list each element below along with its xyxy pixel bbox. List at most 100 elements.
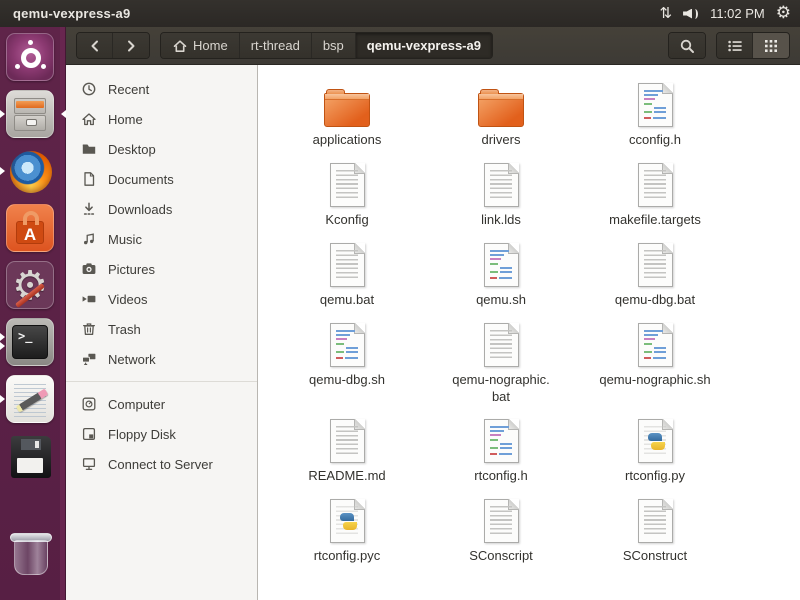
sidebar-item-music[interactable]: Music	[66, 224, 257, 254]
sidebar-item-label: Desktop	[108, 142, 156, 157]
file-drivers[interactable]: drivers	[424, 69, 578, 149]
focused-indicator	[57, 110, 66, 118]
text-file-icon	[638, 243, 673, 287]
file-label: qemu.​bat	[320, 292, 374, 309]
python-file-icon	[330, 499, 365, 543]
sidebar-item-floppy-disk[interactable]: Floppy Disk	[66, 419, 257, 449]
breadcrumb-label: Home	[193, 38, 228, 53]
file-rtconfig-pyc[interactable]: rtconfig.​pyc	[270, 485, 424, 565]
sidebar-item-connect-to-server[interactable]: Connect to Server	[66, 449, 257, 479]
launcher-item-firefox[interactable]	[6, 147, 54, 195]
forward-button[interactable]	[113, 33, 149, 58]
back-button[interactable]	[77, 33, 113, 58]
launcher-item-dash-home[interactable]	[6, 33, 54, 81]
launcher-item-system-settings[interactable]: ⚙	[6, 261, 54, 309]
file-readme-md[interactable]: README.​md	[270, 405, 424, 485]
sidebar-item-label: Home	[108, 112, 143, 127]
top-panel: qemu-vexpress-a9 ⇅ 11:02 PM ⚙	[0, 0, 800, 27]
sidebar-item-computer[interactable]: Computer	[66, 389, 257, 419]
volume-icon[interactable]	[683, 7, 699, 21]
recent-icon	[81, 81, 97, 97]
sidebar-item-desktop[interactable]: Desktop	[66, 134, 257, 164]
sidebar-item-videos[interactable]: Videos	[66, 284, 257, 314]
file-qemu-dbg-bat[interactable]: qemu-dbg.​bat	[578, 229, 732, 309]
list-view-button[interactable]	[717, 33, 753, 58]
sidebar-item-downloads[interactable]: Downloads	[66, 194, 257, 224]
file-cconfig-h[interactable]: cconfig.​h	[578, 69, 732, 149]
sidebar-item-label: Trash	[108, 322, 141, 337]
sidebar-item-label: Network	[108, 352, 156, 367]
folder-icon	[478, 93, 524, 127]
home-icon	[172, 38, 188, 54]
breadcrumb-rt-thread[interactable]: rt-thread	[240, 33, 312, 58]
code-file-icon	[330, 323, 365, 367]
nautilus-toolbar: Home rt-thread bsp qemu-vexpress-a9	[66, 27, 800, 65]
file-label: qemu-dbg.​bat	[615, 292, 695, 309]
file-label: qemu.​sh	[476, 292, 526, 309]
python-logo-icon	[340, 513, 357, 530]
text-file-icon	[330, 163, 365, 207]
sidebar-item-label: Downloads	[108, 202, 172, 217]
breadcrumb-label: qemu-vexpress-a9	[367, 38, 481, 53]
launcher-item-terminal[interactable]: >_	[6, 318, 54, 366]
text-file-icon	[330, 243, 365, 287]
file-kconfig[interactable]: Kconfig	[270, 149, 424, 229]
file-view: applicationsdrivers cconfig.​h Kconfiglink…	[258, 65, 800, 600]
launcher-item-text-editor[interactable]	[6, 375, 54, 423]
terminal-prompt: >_	[12, 325, 48, 359]
breadcrumb-label: bsp	[323, 38, 344, 53]
file-qemu-sh[interactable]: qemu.​sh	[424, 229, 578, 309]
unity-launcher: A ⚙ >_	[0, 27, 60, 600]
nautilus-window: Home rt-thread bsp qemu-vexpress-a9 Recent H…	[66, 27, 800, 600]
computer-icon	[81, 396, 97, 412]
launcher-item-floppy-disk[interactable]	[6, 432, 54, 480]
file-label: qemu-nographic.​sh	[599, 372, 710, 389]
file-qemu-bat[interactable]: qemu.​bat	[270, 229, 424, 309]
search-icon	[679, 38, 695, 54]
sidebar-item-label: Pictures	[108, 262, 155, 277]
grid-view-button[interactable]	[753, 33, 789, 58]
network-arrows-icon[interactable]: ⇅	[659, 6, 672, 21]
session-gear-icon[interactable]: ⚙	[776, 5, 791, 22]
sidebar-item-network[interactable]: Network	[66, 344, 257, 374]
sidebar-item-home[interactable]: Home	[66, 104, 257, 134]
search-group	[668, 32, 706, 59]
sidebar-item-documents[interactable]: Documents	[66, 164, 257, 194]
file-sconstruct[interactable]: SConstruct	[578, 485, 732, 565]
launcher-item-files[interactable]	[6, 90, 54, 138]
videos-icon	[81, 291, 97, 307]
file-rtconfig-py[interactable]: rtconfig.​py	[578, 405, 732, 485]
file-label: SConstruct	[623, 548, 687, 565]
places-sidebar: Recent Home Desktop Documents Downloads Music…	[66, 65, 258, 600]
search-button[interactable]	[669, 33, 705, 58]
view-toggle-group	[716, 32, 790, 59]
file-makefile-targets[interactable]: makefile.​targets	[578, 149, 732, 229]
file-applications[interactable]: applications	[270, 69, 424, 149]
grid-view-icon	[765, 40, 777, 52]
clock[interactable]: 11:02 PM	[710, 6, 765, 21]
sidebar-item-trash[interactable]: Trash	[66, 314, 257, 344]
file-qemu-dbg-sh[interactable]: qemu-dbg.​sh	[270, 309, 424, 406]
breadcrumb-home[interactable]: Home	[161, 33, 240, 58]
file-label: cconfig.​h	[629, 132, 681, 149]
breadcrumb-qemu-vexpress-a9[interactable]: qemu-vexpress-a9	[356, 33, 492, 58]
launcher-item-software-center[interactable]: A	[6, 204, 54, 252]
file-qemu-nographic-sh[interactable]: qemu-nographic.​sh	[578, 309, 732, 406]
breadcrumb-bsp[interactable]: bsp	[312, 33, 356, 58]
sidebar-item-recent[interactable]: Recent	[66, 74, 257, 104]
code-file-icon	[638, 323, 673, 367]
file-label: makefile.​targets	[609, 212, 701, 229]
file-qemu-nographic-bat[interactable]: qemu-nographic.​bat	[424, 309, 578, 406]
file-label: rtconfig.​py	[625, 468, 685, 485]
file-rtconfig-h[interactable]: rtconfig.​h	[424, 405, 578, 485]
code-file-icon	[484, 419, 519, 463]
trash-icon	[81, 321, 97, 337]
file-link-lds[interactable]: link.​lds	[424, 149, 578, 229]
file-sconscript[interactable]: SConscript	[424, 485, 578, 565]
sidebar-item-pictures[interactable]: Pictures	[66, 254, 257, 284]
text-file-icon	[638, 163, 673, 207]
pictures-icon	[81, 261, 97, 277]
launcher-item-trash[interactable]	[6, 528, 54, 576]
server-icon	[81, 456, 97, 472]
running-indicator	[0, 167, 9, 175]
